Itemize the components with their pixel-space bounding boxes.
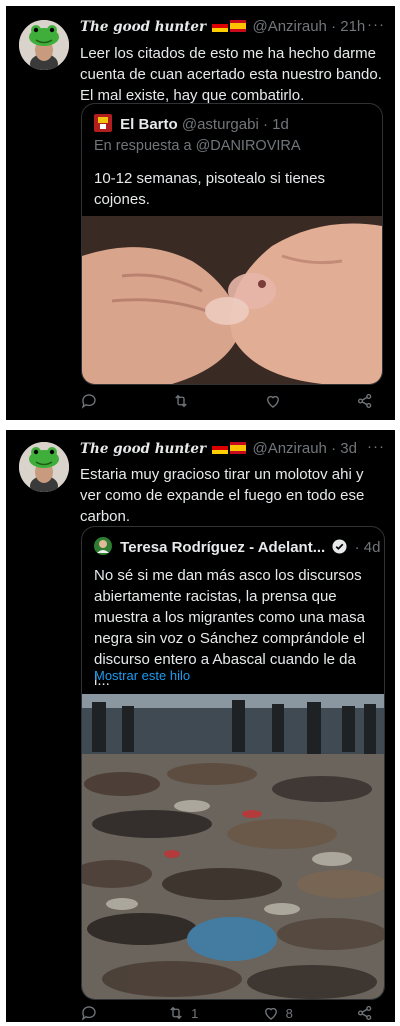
quote-time: · 4d bbox=[354, 538, 381, 556]
share-button[interactable] bbox=[356, 1004, 380, 1022]
flags-icon bbox=[212, 441, 247, 458]
quote-avatar-icon bbox=[94, 114, 112, 136]
author-handle[interactable]: @Anzirauh bbox=[252, 440, 326, 457]
hands-photo bbox=[82, 216, 382, 384]
share-button[interactable] bbox=[356, 392, 380, 410]
reply-context: En respuesta a @DANIROVIRA bbox=[94, 138, 301, 154]
like-icon bbox=[267, 395, 279, 408]
author-name[interactable]: The good hunter bbox=[80, 441, 206, 457]
retweet-icon bbox=[170, 1006, 182, 1020]
avatar[interactable] bbox=[19, 20, 69, 70]
quote-image[interactable] bbox=[82, 216, 382, 384]
reply-to-handle[interactable]: @DANIROVIRA bbox=[196, 138, 301, 154]
tweet-text: Estaria muy gracioso tirar un molotov ah… bbox=[80, 466, 365, 525]
tweet-header: The good hunter @Anzirauh · 3d bbox=[80, 440, 365, 458]
quote-image[interactable] bbox=[82, 694, 384, 999]
author-name[interactable]: The good hunter bbox=[80, 19, 206, 35]
retweet-count: 1 bbox=[191, 1005, 199, 1021]
reply-icon bbox=[81, 1006, 96, 1021]
quote-author-name[interactable]: Teresa Rodríguez - Adelant... bbox=[120, 539, 325, 556]
quote-author-name[interactable]: El Barto bbox=[120, 116, 178, 133]
quote-header: El Barto @asturgabi · 1d bbox=[94, 114, 289, 136]
like-button[interactable]: 8 bbox=[262, 1004, 293, 1022]
like-button[interactable] bbox=[264, 392, 288, 410]
share-icon bbox=[357, 1005, 372, 1021]
reply-icon bbox=[81, 394, 96, 409]
quote-time: · 1d bbox=[262, 115, 289, 133]
quote-author-handle[interactable]: @asturgabi bbox=[182, 116, 259, 133]
reply-prefix: En respuesta a bbox=[94, 138, 192, 154]
quote-text: 10-12 semanas, pisotealo si tienes cojon… bbox=[94, 170, 325, 208]
retweet-button[interactable]: 1 bbox=[167, 1004, 198, 1022]
retweet-button[interactable] bbox=[172, 392, 196, 410]
quote-avatar-icon bbox=[94, 537, 112, 559]
like-icon bbox=[264, 1007, 277, 1020]
show-thread-link[interactable]: Mostrar este hilo bbox=[94, 668, 190, 683]
tweet-text: Leer los citados de esto me ha hecho dar… bbox=[80, 45, 382, 104]
quoted-tweet[interactable]: El Barto @asturgabi · 1d En respuesta a … bbox=[81, 103, 383, 385]
tweet-time[interactable]: · 21h bbox=[331, 18, 365, 35]
tweet-actions bbox=[80, 392, 380, 410]
tweet-card[interactable]: The good hunter @Anzirauh · 3d ··· Estar… bbox=[6, 430, 395, 1022]
quote-header: Teresa Rodríguez - Adelant... · 4d bbox=[94, 537, 380, 559]
flags-icon bbox=[212, 19, 247, 36]
verified-icon bbox=[332, 538, 347, 558]
share-icon bbox=[357, 393, 372, 409]
retweet-icon bbox=[175, 394, 187, 408]
more-icon[interactable]: ··· bbox=[367, 16, 385, 33]
more-icon[interactable]: ··· bbox=[367, 438, 385, 455]
avatar[interactable] bbox=[19, 442, 69, 492]
reply-button[interactable] bbox=[80, 1004, 104, 1022]
tweet-card[interactable]: The good hunter @Anzirauh · 21h ··· Leer… bbox=[6, 6, 395, 420]
tweet-actions: 1 8 bbox=[80, 1004, 380, 1022]
frog-hat-avatar-icon bbox=[19, 442, 69, 492]
like-count: 8 bbox=[285, 1005, 293, 1021]
crowd-photo bbox=[82, 694, 384, 999]
author-handle[interactable]: @Anzirauh bbox=[252, 18, 326, 35]
frog-hat-avatar-icon bbox=[19, 20, 69, 70]
tweet-time[interactable]: · 3d bbox=[331, 440, 357, 457]
tweet-header: The good hunter @Anzirauh · 21h bbox=[80, 18, 365, 36]
reply-button[interactable] bbox=[80, 392, 104, 410]
quoted-tweet[interactable]: Teresa Rodríguez - Adelant... · 4d No sé… bbox=[81, 526, 385, 1000]
